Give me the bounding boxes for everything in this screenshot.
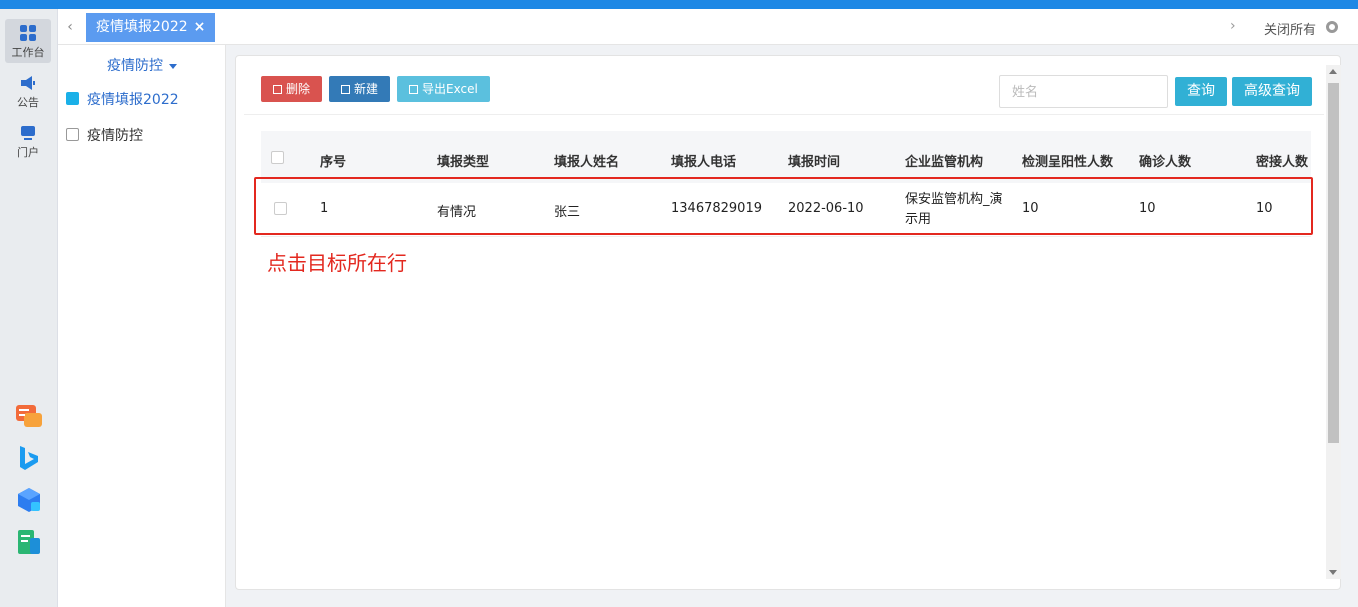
close-icon[interactable]: × bbox=[194, 19, 206, 35]
doc-app-icon[interactable] bbox=[15, 528, 43, 556]
delete-label: 删除 bbox=[286, 82, 311, 96]
tab-active[interactable]: 疫情填报2022 × bbox=[86, 13, 216, 42]
column-header[interactable]: 确诊人数 bbox=[1139, 151, 1191, 170]
sidebar-item-label: 疫情防控 bbox=[87, 128, 143, 144]
name-search-input[interactable] bbox=[999, 75, 1168, 108]
megaphone-icon bbox=[21, 76, 35, 90]
sidebar-item-label: 疫情填报2022 bbox=[87, 92, 179, 108]
sidebar-title-label: 疫情防控 bbox=[107, 58, 163, 74]
column-header[interactable]: 密接人数 bbox=[1256, 151, 1308, 170]
column-header[interactable]: 检测呈阳性人数 bbox=[1022, 151, 1113, 170]
table-header: 序号 填报类型 填报人姓名 填报人电话 填报时间 企业监管机构 检测呈阳性人数 … bbox=[261, 131, 1311, 183]
sidebar-item-epidemic-control[interactable]: 疫情防控 bbox=[66, 125, 143, 147]
target-row-highlight bbox=[254, 177, 1313, 235]
grid-icon bbox=[20, 25, 36, 41]
column-header[interactable]: 填报人电话 bbox=[671, 151, 736, 170]
gear-icon[interactable] bbox=[1326, 21, 1338, 33]
advanced-query-button[interactable]: 高级查询 bbox=[1232, 77, 1312, 106]
edit-icon bbox=[341, 85, 350, 94]
query-button[interactable]: 查询 bbox=[1175, 77, 1227, 106]
rail-item-notice[interactable]: 公告 bbox=[5, 69, 51, 113]
column-header[interactable]: 企业监管机构 bbox=[905, 151, 983, 170]
tab-label: 疫情填报2022 bbox=[96, 19, 188, 35]
column-header[interactable]: 填报时间 bbox=[788, 151, 840, 170]
top-accent-bar bbox=[0, 0, 1358, 9]
rail-item-workbench[interactable]: 工作台 bbox=[5, 19, 51, 63]
scroll-down-icon[interactable] bbox=[1329, 570, 1337, 575]
page-icon bbox=[66, 128, 79, 141]
chat-app-icon[interactable] bbox=[15, 402, 43, 430]
rail-label: 门户 bbox=[17, 146, 39, 159]
scrollbar-thumb[interactable] bbox=[1328, 83, 1339, 443]
new-label: 新建 bbox=[354, 82, 379, 96]
scroll-up-icon[interactable] bbox=[1329, 69, 1337, 74]
export-label: 导出Excel bbox=[422, 82, 478, 96]
delete-button[interactable]: 删除 bbox=[261, 76, 323, 102]
close-all-button[interactable]: 关闭所有 bbox=[1264, 19, 1316, 38]
app-rail: 工作台 公告 门户 bbox=[0, 9, 58, 607]
rail-label: 公告 bbox=[17, 96, 39, 109]
form-icon bbox=[66, 92, 79, 105]
divider bbox=[244, 114, 1324, 115]
monitor-icon bbox=[21, 126, 35, 140]
export-icon bbox=[409, 85, 418, 94]
rail-label: 工作台 bbox=[11, 46, 45, 59]
vertical-scrollbar[interactable] bbox=[1326, 65, 1341, 579]
cube-app-icon[interactable] bbox=[15, 486, 43, 514]
column-header[interactable]: 填报类型 bbox=[437, 151, 489, 170]
export-excel-button[interactable]: 导出Excel bbox=[397, 76, 490, 102]
rail-item-portal[interactable]: 门户 bbox=[5, 119, 51, 163]
caret-down-icon bbox=[169, 63, 177, 69]
bing-app-icon[interactable] bbox=[15, 444, 43, 472]
sidebar-item-epidemic-report[interactable]: 疫情填报2022 bbox=[66, 89, 179, 111]
sidebar-title[interactable]: 疫情防控 bbox=[58, 55, 226, 75]
annotation-hint: 点击目标所在行 bbox=[267, 251, 407, 275]
main-panel: 删除 新建 导出Excel 查询 高级查询 序号 填报类型 填报人姓名 填报人电… bbox=[235, 55, 1341, 590]
tab-next-icon[interactable]: › bbox=[1230, 18, 1236, 34]
new-button[interactable]: 新建 bbox=[329, 76, 391, 102]
tab-bar: ‹ 疫情填报2022 × › 关闭所有 bbox=[58, 9, 1358, 45]
column-header[interactable]: 填报人姓名 bbox=[554, 151, 619, 170]
tab-prev-icon[interactable]: ‹ bbox=[62, 19, 78, 35]
column-header[interactable]: 序号 bbox=[320, 151, 346, 170]
select-all-checkbox[interactable] bbox=[271, 151, 284, 164]
trash-icon bbox=[273, 85, 282, 94]
sidebar: 疫情防控 疫情填报2022 疫情防控 bbox=[58, 45, 226, 607]
